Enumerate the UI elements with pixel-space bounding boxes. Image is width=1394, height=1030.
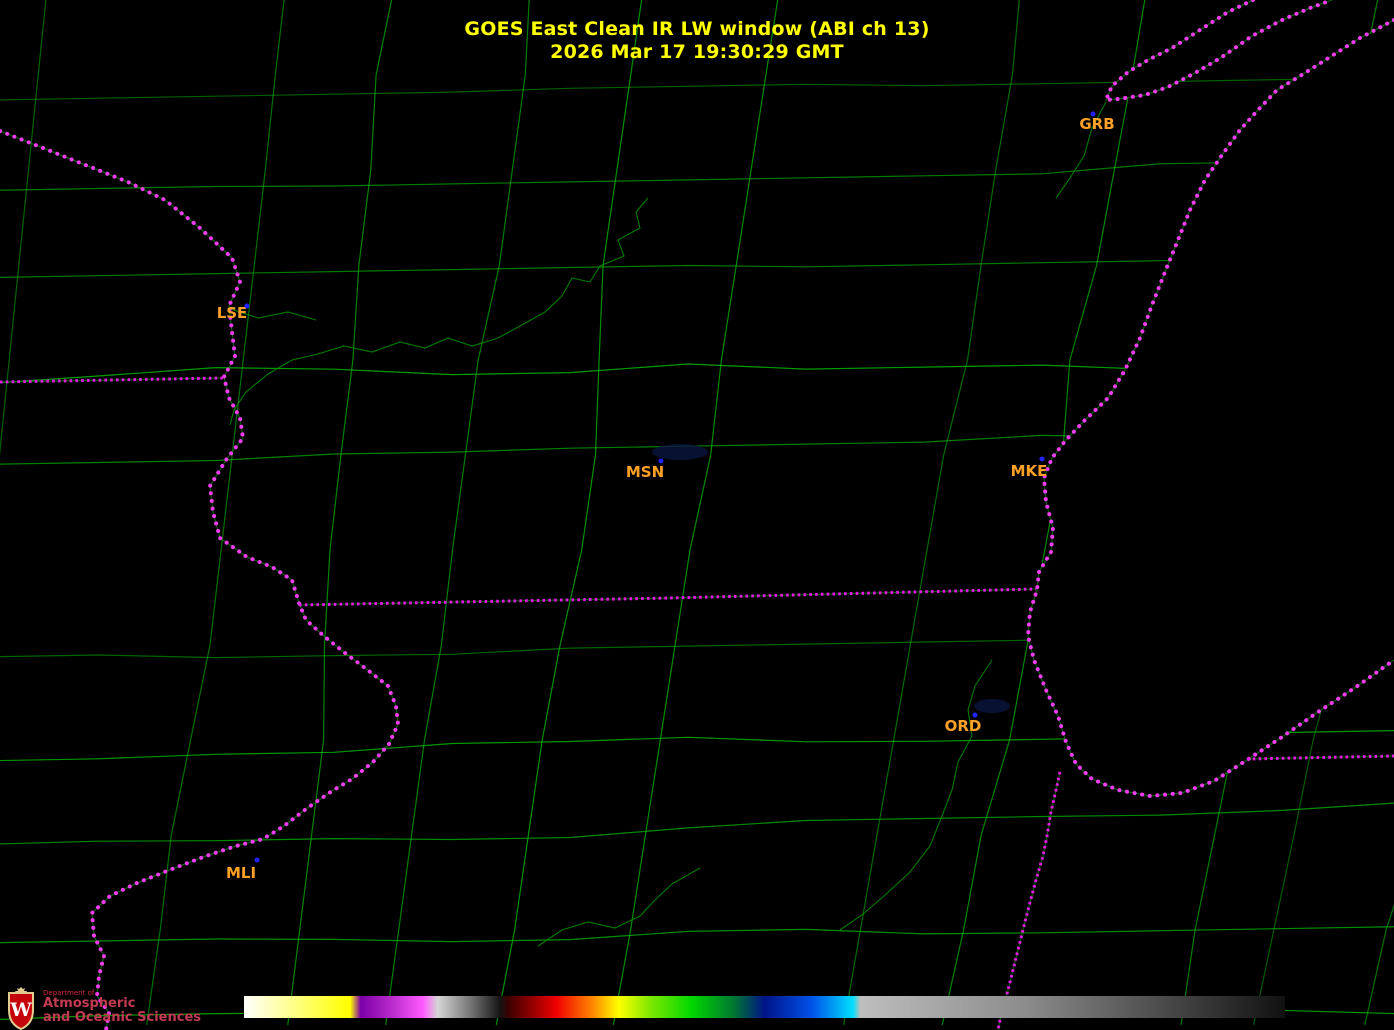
station-dot-mli bbox=[255, 858, 260, 863]
station-label-mke: MKE bbox=[1011, 462, 1048, 480]
temperature-colorbar bbox=[244, 996, 1285, 1018]
logo-text: Department of Atmospheric and Oceanic Sc… bbox=[43, 986, 201, 1025]
station-label-msn: MSN bbox=[626, 463, 664, 481]
title-line-2: 2026 Mar 17 19:30:29 GMT bbox=[0, 41, 1394, 64]
crest-w-letter: W bbox=[9, 999, 32, 1021]
uw-crest-icon: W bbox=[7, 986, 35, 1030]
station-label-grb: GRB bbox=[1079, 115, 1114, 133]
station-dot-grb bbox=[1091, 112, 1096, 117]
title-line-1: GOES East Clean IR LW window (ABI ch 13) bbox=[0, 18, 1394, 41]
logo-oceanic-sciences: and Oceanic Sciences bbox=[43, 1011, 201, 1025]
station-dot-ord bbox=[973, 713, 978, 718]
image-title: GOES East Clean IR LW window (ABI ch 13)… bbox=[0, 18, 1394, 64]
station-label-lse: LSE bbox=[217, 304, 248, 322]
logo-atmospheric: Atmospheric bbox=[43, 997, 201, 1011]
station-dot-msn bbox=[659, 459, 664, 464]
station-label-ord: ORD bbox=[945, 717, 982, 735]
satellite-map-image bbox=[0, 0, 1394, 1030]
station-dot-lse bbox=[245, 304, 250, 309]
uw-aos-logo: W Department of Atmospheric and Oceanic … bbox=[7, 986, 201, 1030]
station-label-mli: MLI bbox=[226, 864, 256, 882]
satellite-viewer: GOES East Clean IR LW window (ABI ch 13)… bbox=[0, 0, 1394, 1030]
station-dot-mke bbox=[1040, 457, 1045, 462]
